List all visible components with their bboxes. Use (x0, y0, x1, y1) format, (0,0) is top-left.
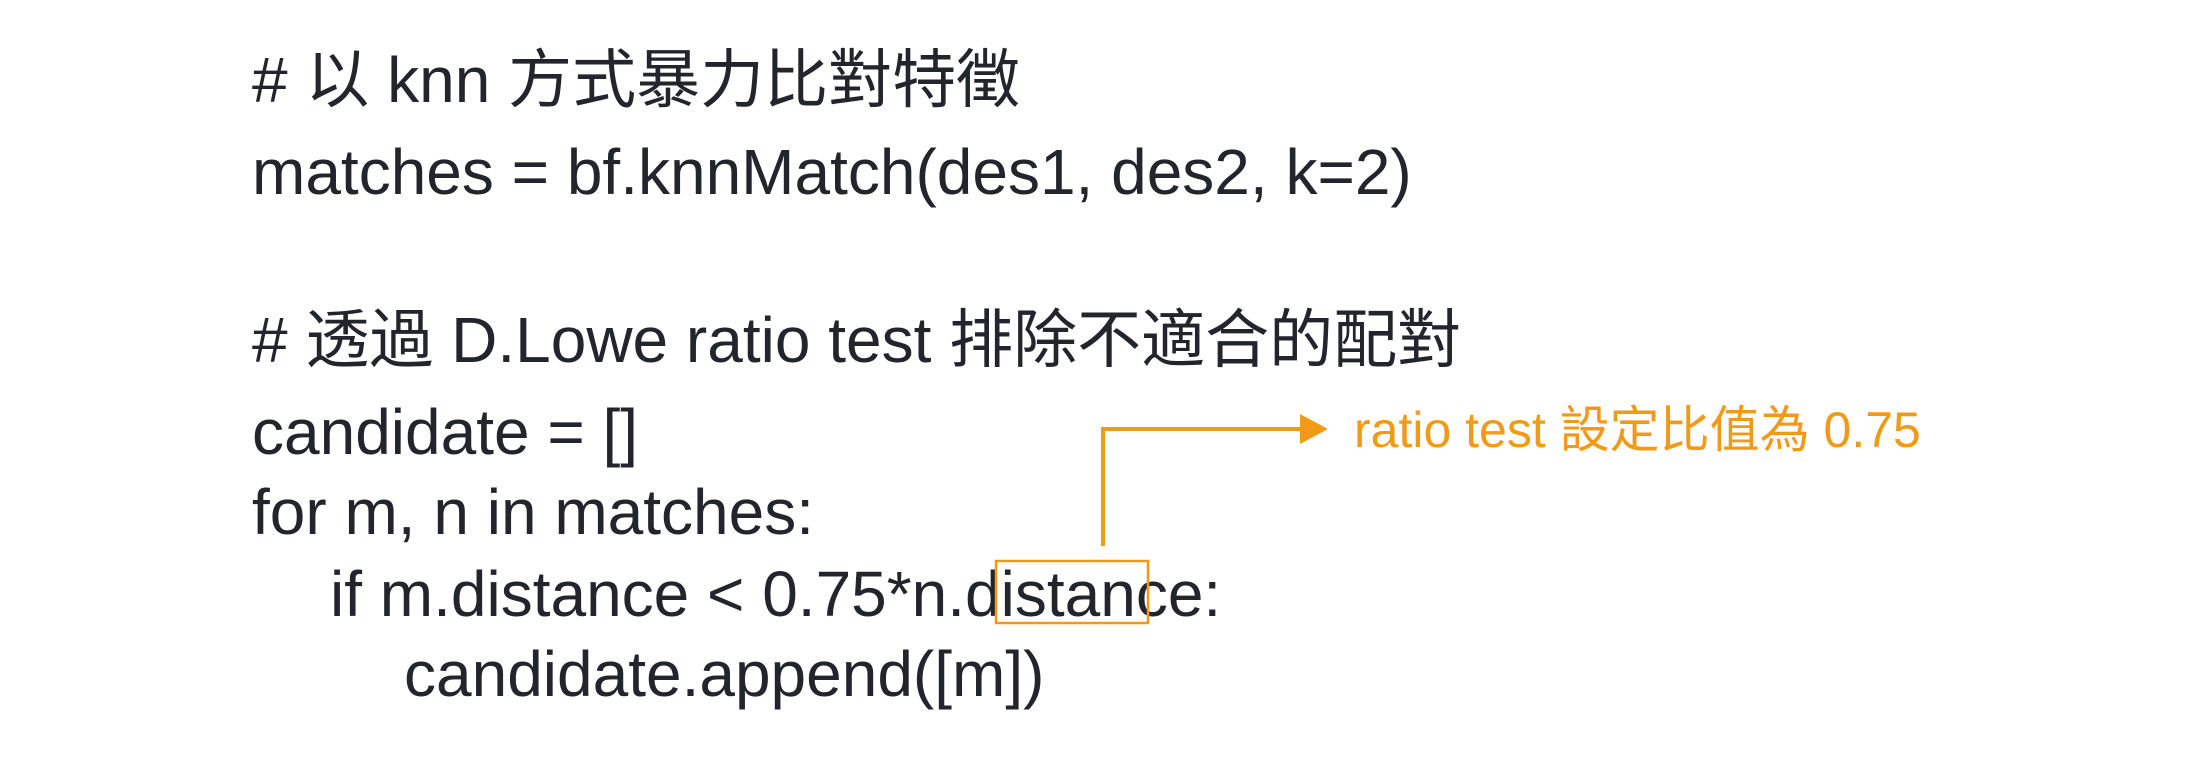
connector-arrow-line (1101, 427, 1300, 546)
highlight-box (994, 559, 1150, 625)
annotation-overlay (994, 414, 1328, 625)
annotation-label: ratio test 設定比值為 0.75 (1354, 402, 1921, 458)
arrow-head-icon (1300, 414, 1328, 444)
